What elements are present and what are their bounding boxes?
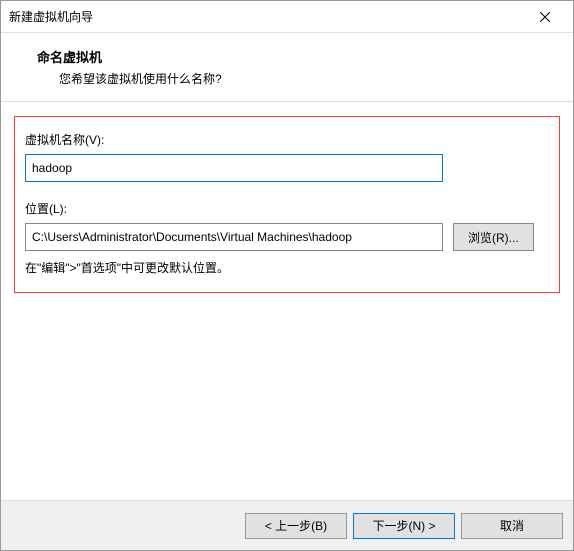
browse-button[interactable]: 浏览(R)... bbox=[453, 223, 534, 251]
cancel-button[interactable]: 取消 bbox=[461, 513, 563, 539]
back-button[interactable]: < 上一步(B) bbox=[245, 513, 347, 539]
location-row: 浏览(R)... bbox=[25, 223, 549, 251]
form-highlight: 虚拟机名称(V): 位置(L): 浏览(R)... 在"编辑">"首选项"中可更… bbox=[14, 116, 560, 293]
wizard-footer: < 上一步(B) 下一步(N) > 取消 bbox=[1, 500, 573, 550]
page-title: 命名虚拟机 bbox=[37, 47, 563, 66]
next-button[interactable]: 下一步(N) > bbox=[353, 513, 455, 539]
vm-name-group: 虚拟机名称(V): bbox=[25, 131, 549, 182]
location-input[interactable] bbox=[25, 223, 443, 251]
close-button[interactable] bbox=[525, 2, 565, 32]
page-subtitle: 您希望该虚拟机使用什么名称? bbox=[59, 70, 563, 87]
wizard-dialog: 新建虚拟机向导 命名虚拟机 您希望该虚拟机使用什么名称? 虚拟机名称(V): 位… bbox=[0, 0, 574, 551]
location-label: 位置(L): bbox=[25, 200, 549, 217]
content-area: 虚拟机名称(V): 位置(L): 浏览(R)... 在"编辑">"首选项"中可更… bbox=[1, 102, 573, 500]
close-icon bbox=[540, 12, 550, 22]
location-group: 位置(L): 浏览(R)... 在"编辑">"首选项"中可更改默认位置。 bbox=[25, 200, 549, 276]
window-title: 新建虚拟机向导 bbox=[9, 8, 525, 25]
wizard-header: 命名虚拟机 您希望该虚拟机使用什么名称? bbox=[1, 33, 573, 102]
location-hint: 在"编辑">"首选项"中可更改默认位置。 bbox=[25, 259, 549, 276]
vm-name-input[interactable] bbox=[25, 154, 443, 182]
vm-name-label: 虚拟机名称(V): bbox=[25, 131, 549, 148]
titlebar: 新建虚拟机向导 bbox=[1, 1, 573, 33]
